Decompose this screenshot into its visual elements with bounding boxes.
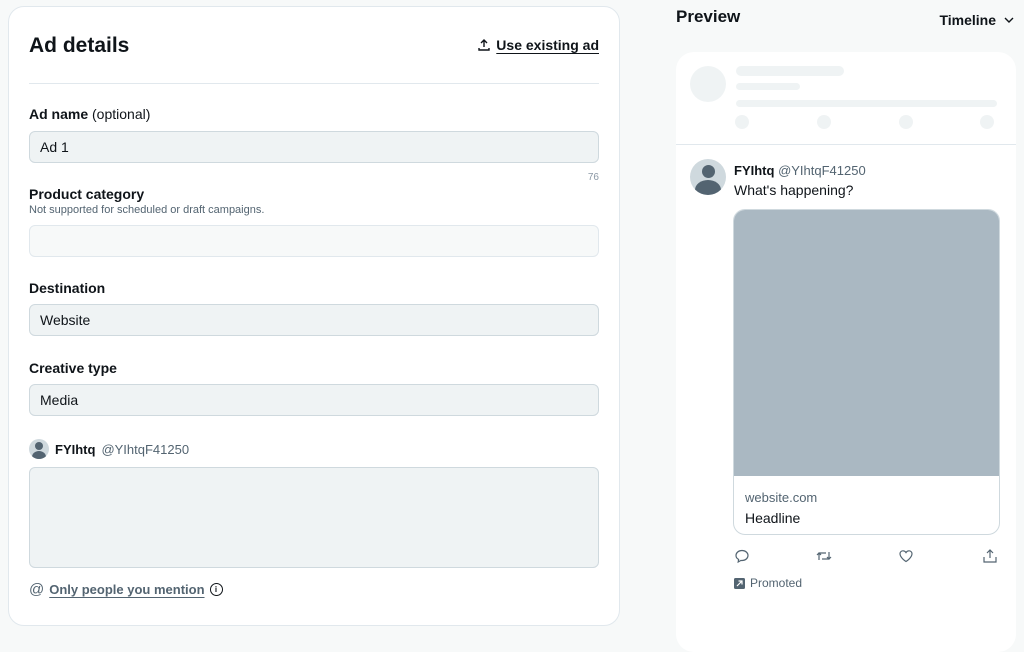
info-icon[interactable]: i [209,583,223,596]
creative-type-select[interactable]: Media [29,384,599,416]
preview-phone: FYIhtq @YIhtqF41250 What's happening? we… [676,52,1016,652]
upload-icon [478,39,490,51]
use-existing-ad-label: Use existing ad [496,37,599,53]
author-name: FYIhtq [55,441,96,457]
website-card: website.com Headline [733,209,1000,535]
placement-value: Timeline [939,12,996,28]
skeleton-line [736,83,800,90]
skeleton-dot [817,115,831,129]
tweet-actions [734,548,1004,564]
media-placeholder [734,210,999,476]
destination-select[interactable]: Website [29,304,599,336]
ad-name-char-counter: 76 [587,172,599,183]
retweet-icon [816,552,832,560]
author-row: FYIhtq @YIhtqF41250 [29,439,189,459]
page-title: Ad details [29,34,130,57]
placement-dropdown[interactable]: Timeline [939,12,1014,28]
avatar [29,439,49,459]
skeleton-dot [980,115,994,129]
ad-name-input[interactable]: Ad 1 [29,131,599,163]
card-domain: website.com [745,490,818,505]
use-existing-ad-button[interactable]: Use existing ad [478,37,599,53]
chevron-down-icon [1004,17,1014,23]
ad-details-panel: Ad details Use existing ad Ad name (opti… [8,6,620,626]
product-category-hint: Not supported for scheduled or draft cam… [29,204,265,216]
preview-title: Preview [676,7,741,26]
promoted-icon [734,577,745,589]
reply-settings-link[interactable]: Only people you mention [49,582,204,597]
divider [676,144,1016,145]
preview-user-row: FYIhtq @YIhtqF41250 [734,163,866,178]
reply-icon [735,549,749,564]
optional-tag: (optional) [92,106,151,122]
card-headline: Headline [745,510,801,526]
ad-name-label-text: Ad name [29,106,89,122]
panel-header: Ad details Use existing ad [29,7,599,84]
author-handle: @YIhtqF41250 [101,441,190,457]
skeleton-avatar [690,66,726,102]
promoted-text: Promoted [750,576,803,590]
skeleton-line [736,66,844,76]
like-icon [899,550,913,563]
product-category-select[interactable] [29,225,599,257]
tweet-text-input[interactable] [29,467,599,568]
preview-avatar [690,159,726,195]
preview-tweet-text: What's happening? [734,182,854,198]
share-icon [983,549,997,563]
skeleton-line [736,100,997,107]
preview-author-handle: @YIhtqF41250 [778,163,866,178]
ad-name-label: Ad name (optional) [29,106,150,122]
reply-settings-row: @ Only people you mention i [29,581,223,598]
destination-label: Destination [29,280,106,296]
preview-author-name: FYIhtq [734,163,775,178]
at-icon: @ [29,581,45,598]
skeleton-dot [735,115,749,129]
product-category-label: Product category [29,186,145,202]
promoted-label: Promoted [734,576,802,590]
creative-type-label: Creative type [29,360,117,376]
skeleton-dot [899,115,913,129]
